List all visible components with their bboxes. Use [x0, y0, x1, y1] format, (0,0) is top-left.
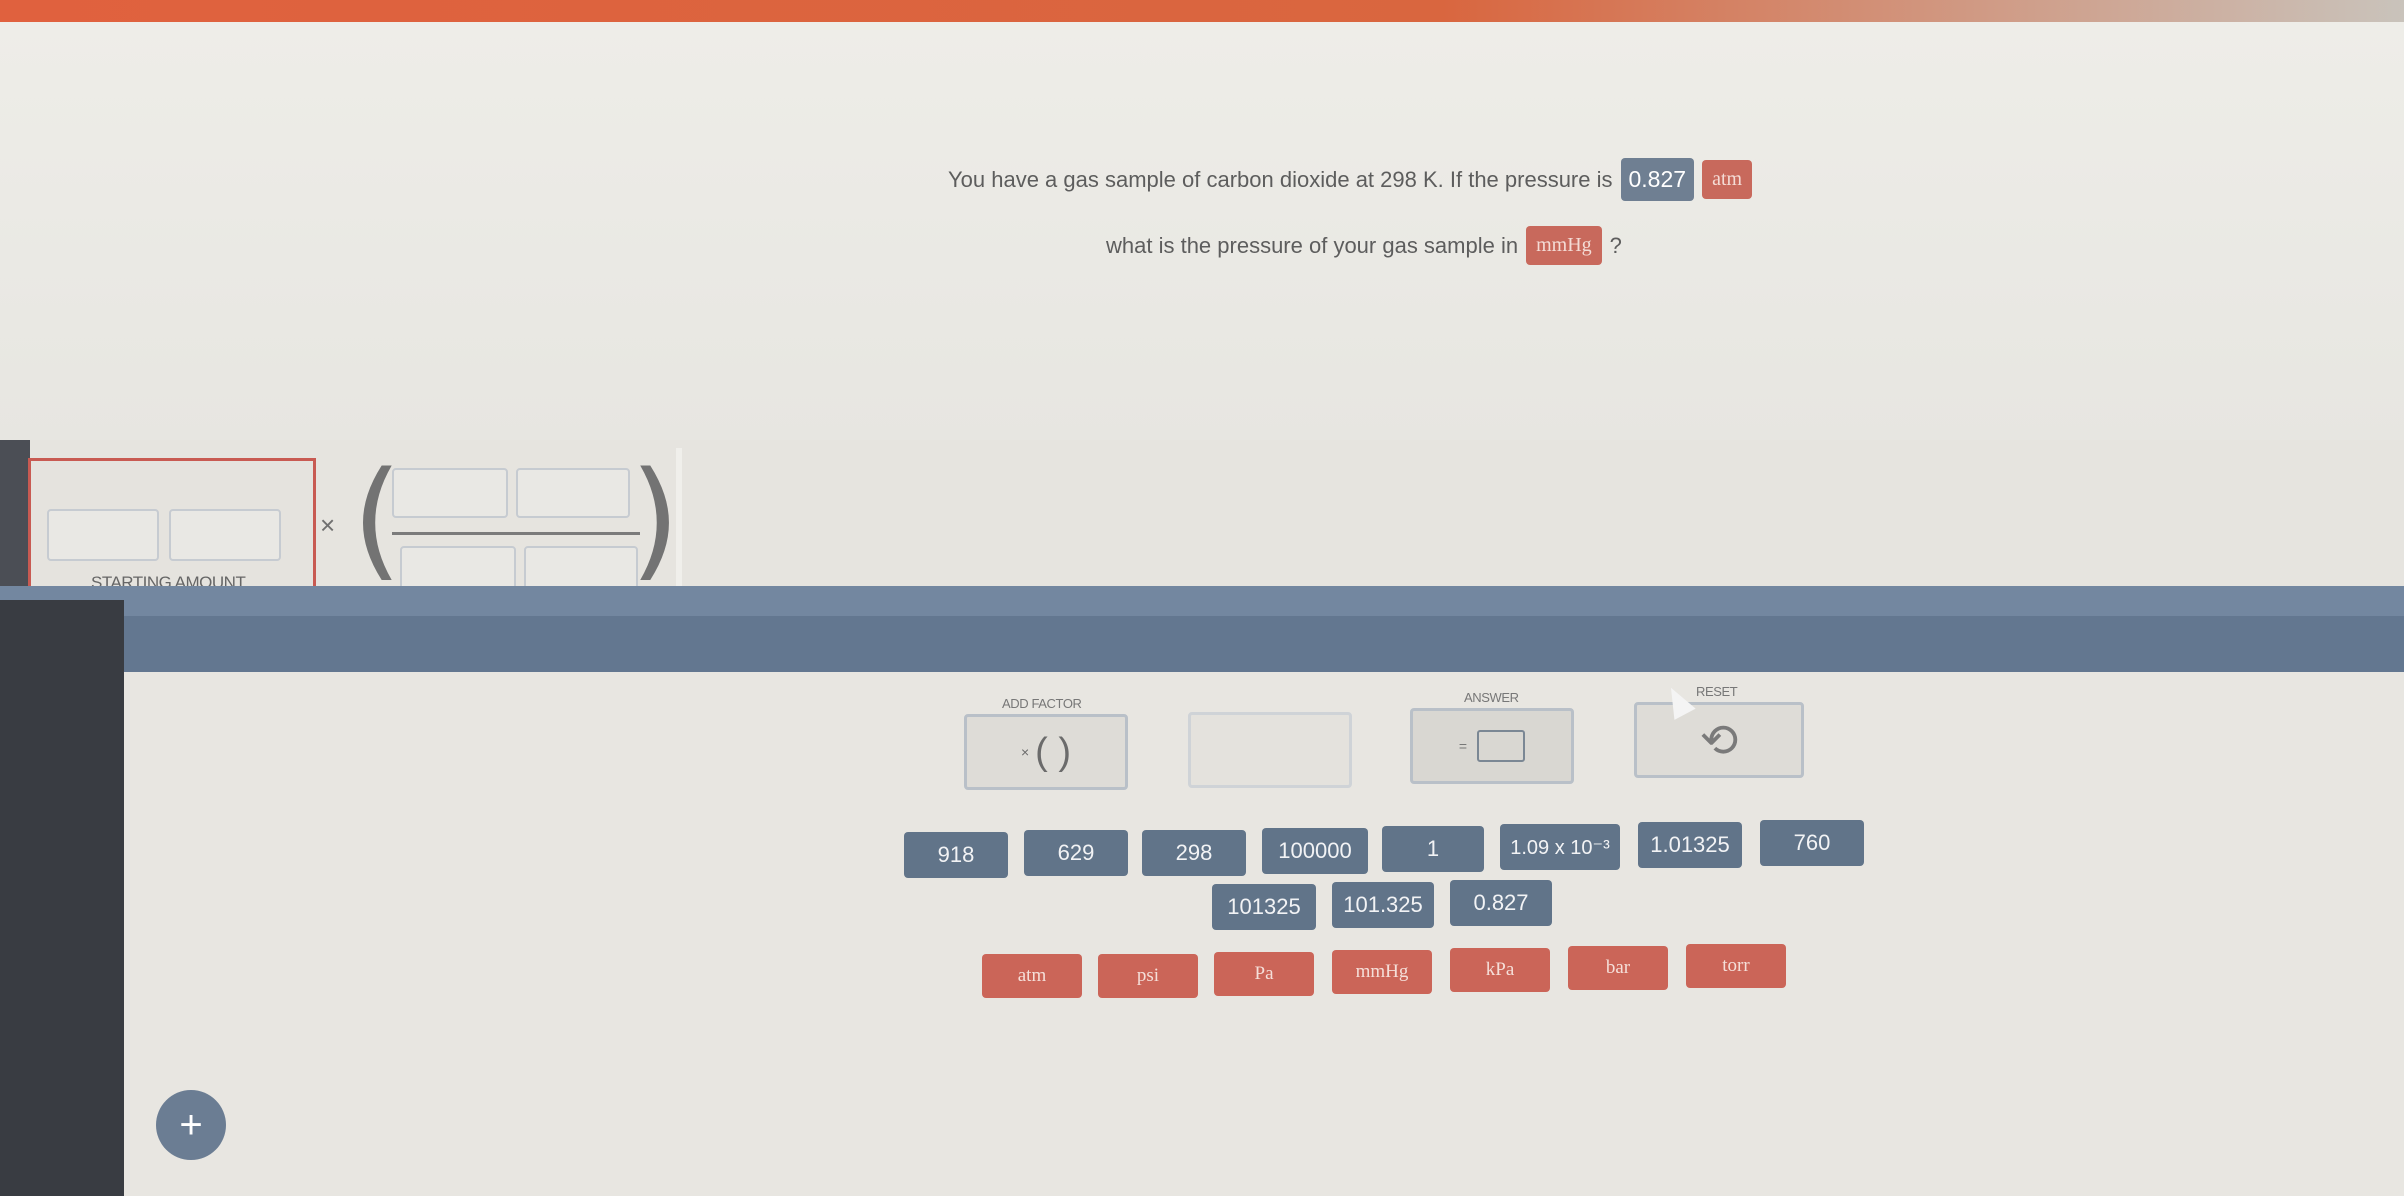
question-text-2: what is the pressure of your gas sample … [1106, 232, 1519, 258]
question-mark: ? [1609, 232, 1622, 258]
unit-tile-mmhg[interactable]: mmHg [1332, 950, 1432, 994]
left-dark-edge [0, 600, 124, 1196]
factor-numerator-unit-slot[interactable] [516, 468, 630, 518]
value-tile-0-827[interactable]: 0.827 [1450, 880, 1552, 926]
starting-unit-slot[interactable] [169, 509, 281, 561]
add-factor-times: × [1020, 744, 1030, 760]
value-tile-918[interactable]: 918 [904, 832, 1008, 878]
unit-tile-bar[interactable]: bar [1568, 946, 1668, 990]
value-tile-1-09e-3[interactable]: 1.09 x 10⁻³ [1500, 824, 1620, 870]
multiply-symbol: × [320, 510, 336, 540]
value-tile-1-01325[interactable]: 1.01325 [1638, 822, 1742, 868]
unit-tile-psi[interactable]: psi [1098, 954, 1198, 998]
starting-value-slot[interactable] [47, 509, 159, 561]
unit-tile-pa[interactable]: Pa [1214, 952, 1314, 996]
left-shadow [0, 440, 30, 600]
given-value-chip: 0.827 [1620, 158, 1695, 201]
value-tile-629[interactable]: 629 [1024, 830, 1128, 876]
factor-numerator-value-slot[interactable] [392, 468, 508, 518]
add-button[interactable]: + [156, 1090, 226, 1160]
question-text-1: You have a gas sample of carbon dioxide … [948, 166, 1613, 192]
section-divider-highlight [0, 586, 2404, 616]
answer-box-icon [1477, 730, 1526, 762]
unit-tile-torr[interactable]: torr [1686, 944, 1786, 988]
reset-label: RESET [1696, 684, 1738, 699]
target-unit-chip: mmHg [1526, 226, 1602, 265]
fraction-bar [392, 532, 640, 535]
answer-equals: = [1458, 738, 1468, 754]
given-unit-chip: atm [1702, 160, 1753, 199]
question-line-1: You have a gas sample of carbon dioxide … [948, 158, 1753, 201]
value-tile-100000[interactable]: 100000 [1262, 828, 1368, 874]
value-tile-298[interactable]: 298 [1142, 830, 1246, 876]
unit-tile-atm[interactable]: atm [982, 954, 1082, 998]
value-tile-101325[interactable]: 101325 [1212, 884, 1316, 930]
empty-slot-button[interactable] [1188, 712, 1352, 788]
value-tile-1[interactable]: 1 [1382, 826, 1484, 872]
setup-divider [676, 448, 682, 598]
add-factor-button[interactable]: × ( ) [964, 714, 1128, 790]
question-line-2: what is the pressure of your gas sample … [1106, 226, 1622, 265]
add-factor-label: ADD FACTOR [1002, 696, 1082, 711]
value-tile-101-325[interactable]: 101.325 [1332, 882, 1434, 928]
reset-button[interactable]: ⟲ [1634, 702, 1804, 778]
answer-label: ANSWER [1464, 690, 1519, 705]
answer-button[interactable]: = [1410, 708, 1574, 784]
value-tile-760[interactable]: 760 [1760, 820, 1864, 866]
unit-tile-kpa[interactable]: kPa [1450, 948, 1550, 992]
undo-icon: ⟲ [1699, 714, 1739, 766]
close-paren: ) [630, 445, 680, 594]
add-factor-parens: ( ) [1035, 730, 1072, 773]
